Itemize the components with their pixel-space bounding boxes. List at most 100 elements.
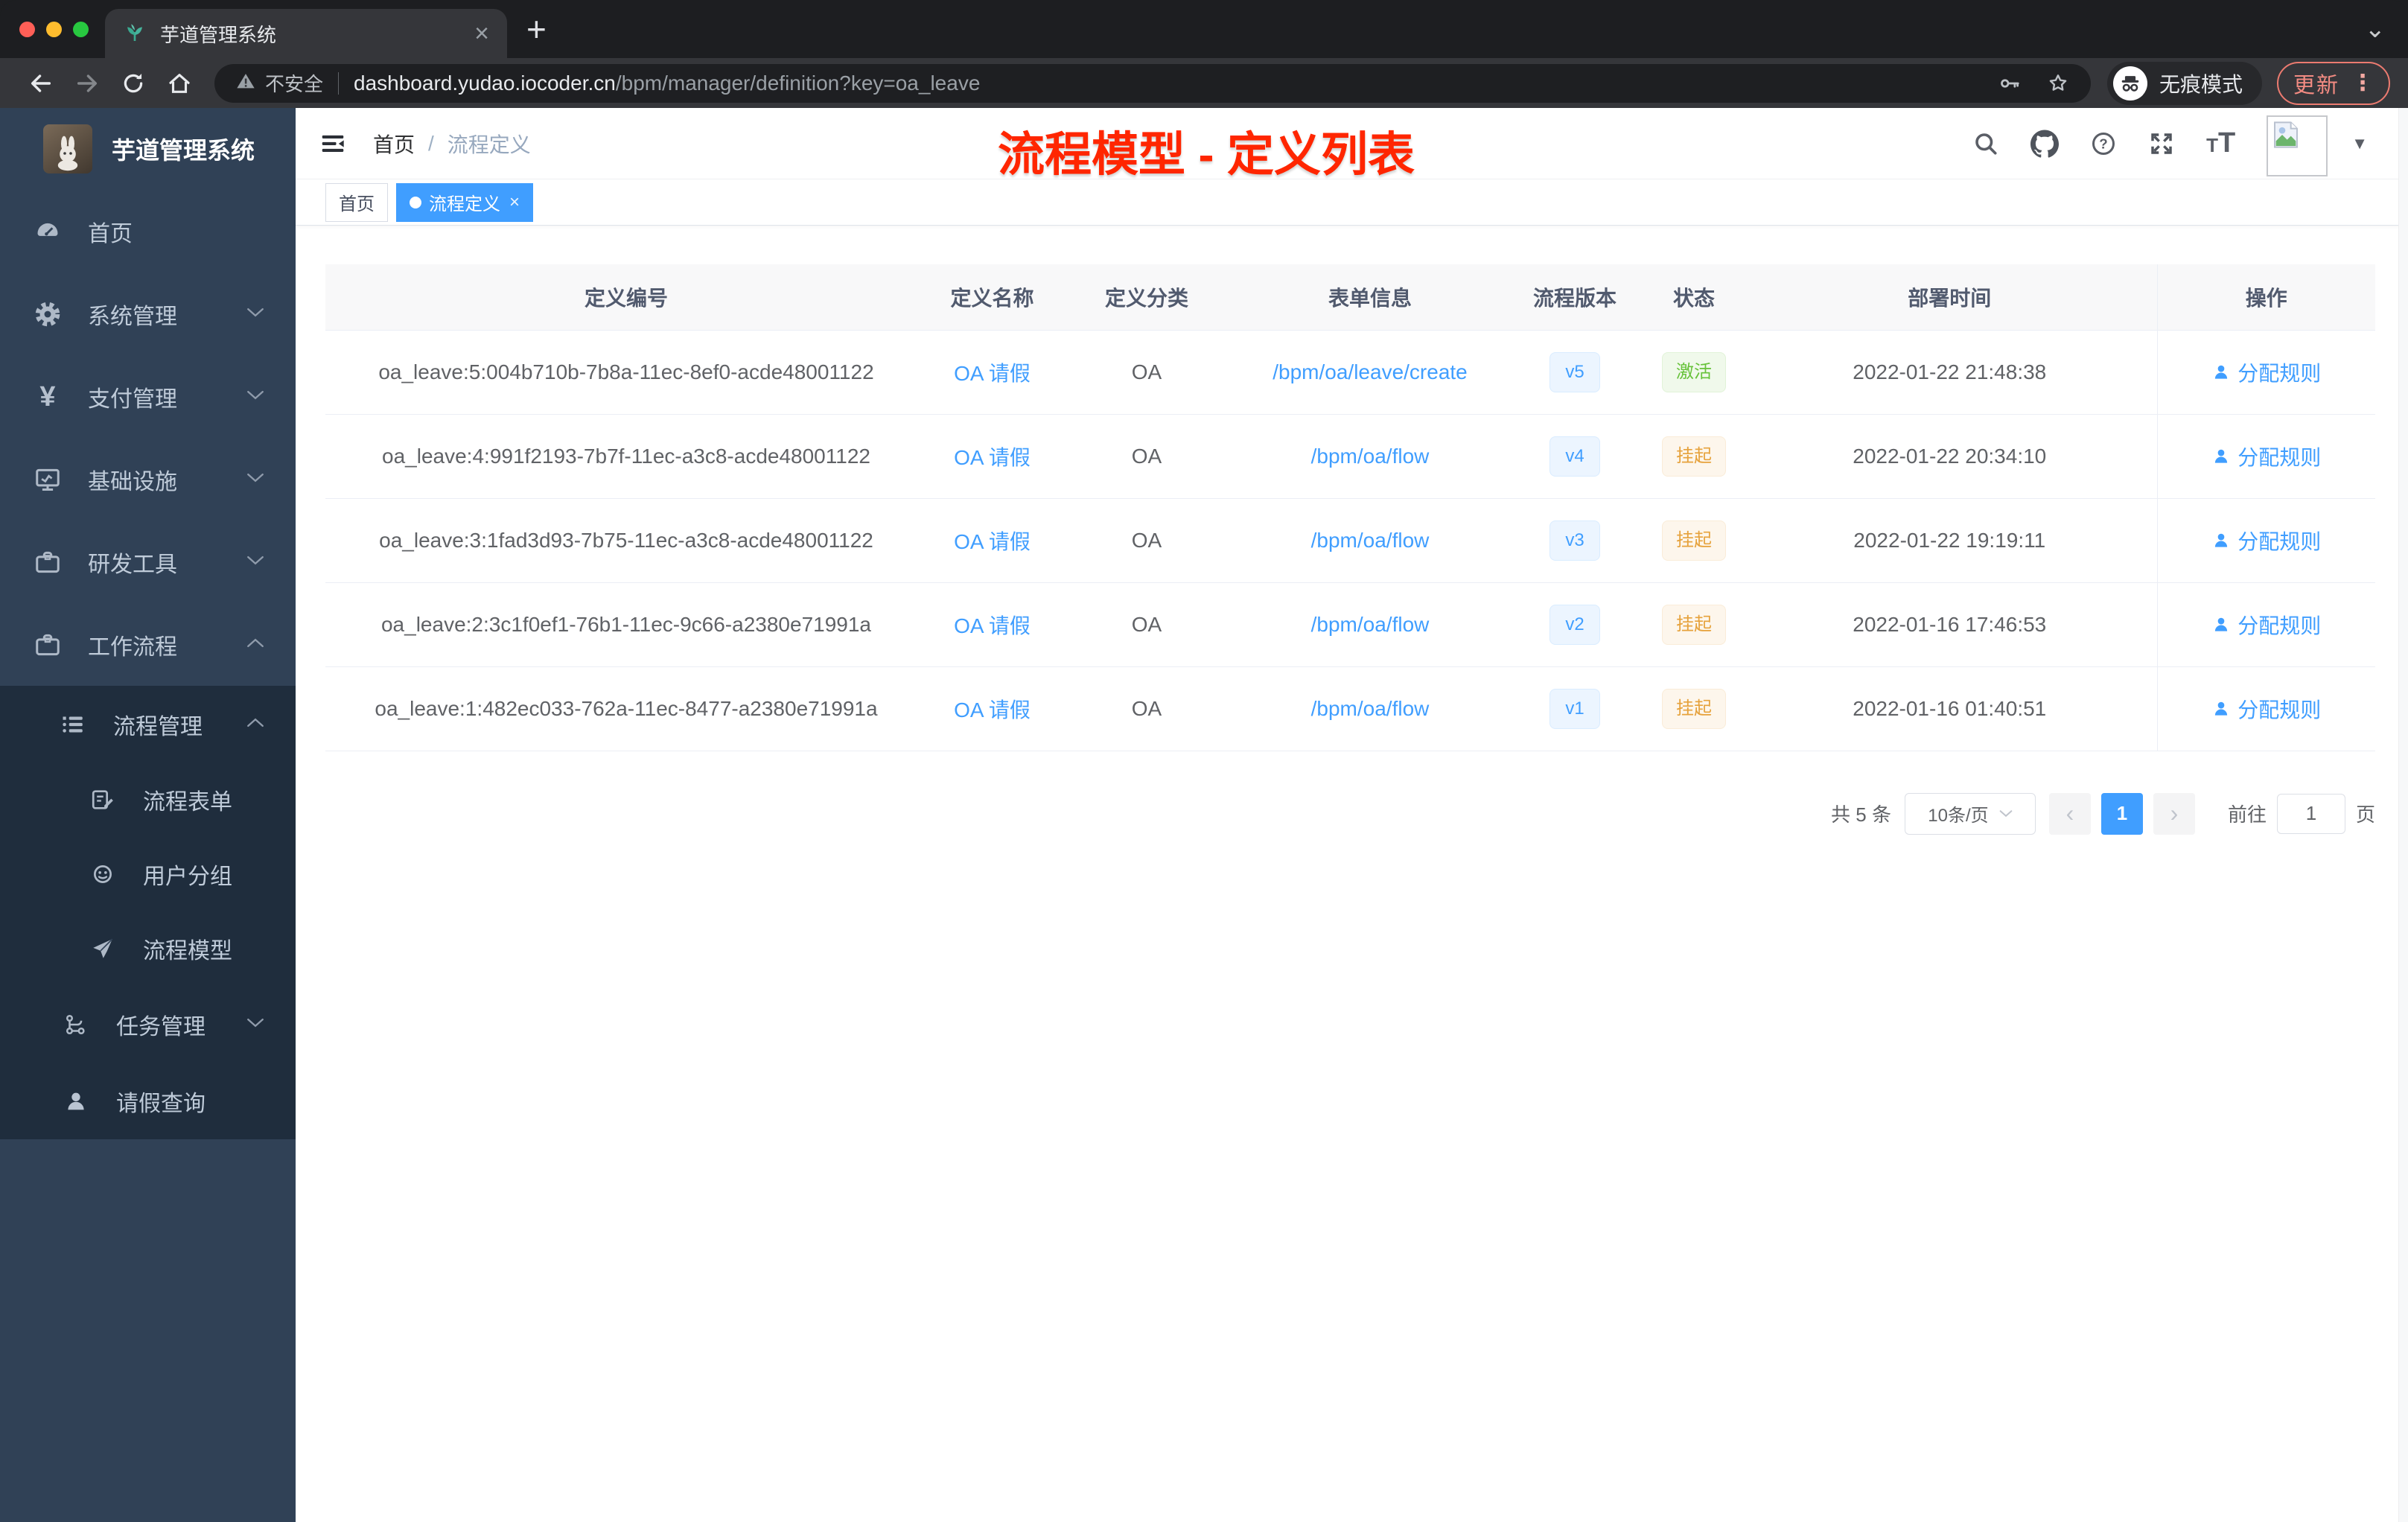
- fullscreen-icon[interactable]: [2148, 130, 2175, 157]
- sidebar-item-home[interactable]: 首页: [0, 190, 296, 273]
- forward-button[interactable]: [74, 71, 100, 96]
- key-icon[interactable]: [1998, 72, 2021, 95]
- form-link[interactable]: /bpm/oa/flow: [1311, 445, 1430, 468]
- breadcrumb-home[interactable]: 首页: [373, 129, 415, 159]
- cell-deploy-time: 2022-01-16 17:46:53: [1742, 582, 2157, 667]
- assign-rule-link[interactable]: 分配规则: [2211, 442, 2321, 471]
- scrollbar[interactable]: [2398, 108, 2408, 1522]
- chevron-down-icon: [246, 555, 264, 569]
- user-icon: [2215, 365, 2228, 379]
- definition-name-link[interactable]: OA 请假: [954, 446, 1031, 469]
- kebab-menu-icon[interactable]: ⋮: [2351, 70, 2374, 96]
- active-dot: [410, 196, 421, 208]
- tab-search-icon[interactable]: ⌄: [2365, 14, 2386, 44]
- browser-tab[interactable]: 芋道管理系统 ×: [105, 9, 507, 58]
- tag-process-definition[interactable]: 流程定义 ×: [396, 182, 534, 222]
- form-link[interactable]: /bpm/oa/leave/create: [1273, 360, 1468, 383]
- home-button[interactable]: [167, 71, 192, 96]
- sidebar-item-task-management[interactable]: 任务管理: [0, 986, 296, 1063]
- warning-triangle-icon: [235, 71, 256, 95]
- robot-face-icon: [88, 862, 118, 887]
- cell-definition-id: oa_leave:3:1fad3d93-7b75-11ec-a3c8-acde4…: [325, 498, 927, 583]
- window-zoom-button[interactable]: [73, 21, 89, 37]
- reload-button[interactable]: [121, 71, 146, 96]
- assign-rule-link[interactable]: 分配规则: [2211, 610, 2321, 640]
- table-row: oa_leave:2:3c1f0ef1-76b1-11ec-9c66-a2380…: [325, 582, 2375, 667]
- caret-down-icon[interactable]: ▼: [2351, 134, 2368, 153]
- page-size-select[interactable]: 10条/页: [1904, 792, 2036, 835]
- page-1-button[interactable]: 1: [2100, 792, 2143, 835]
- prev-page-button[interactable]: ‹: [2048, 792, 2091, 835]
- sidebar-item-user-group[interactable]: 用户分组: [0, 837, 296, 911]
- breadcrumb-separator: /: [428, 131, 434, 155]
- sidebar-item-devtools[interactable]: 研发工具: [0, 520, 296, 603]
- sidebar-item-workflow[interactable]: 工作流程: [0, 603, 296, 686]
- security-label[interactable]: 不安全: [265, 69, 323, 97]
- briefcase-icon: [33, 631, 63, 659]
- version-badge: v4: [1549, 436, 1600, 477]
- sidebar-logo[interactable]: 芋道管理系统: [0, 108, 296, 190]
- plant-favicon-icon: [123, 20, 147, 48]
- pagination-total: 共 5 条: [1831, 803, 1891, 826]
- table-row: oa_leave:1:482ec033-762a-11ec-8477-a2380…: [325, 666, 2375, 751]
- incognito-label: 无痕模式: [2159, 72, 2243, 96]
- sidebar-item-process-management[interactable]: 流程管理: [0, 686, 296, 762]
- sidebar-item-label: 任务管理: [116, 1014, 206, 1039]
- sidebar-fold-icon[interactable]: [318, 130, 348, 157]
- help-icon[interactable]: ?: [2090, 130, 2117, 157]
- tag-home[interactable]: 首页: [325, 182, 388, 222]
- definition-name-link[interactable]: OA 请假: [954, 614, 1031, 637]
- tags-view: 首页 流程定义 ×: [296, 179, 2408, 226]
- sidebar-item-infrastructure[interactable]: 基础设施: [0, 438, 296, 520]
- window-minimize-button[interactable]: [46, 21, 62, 37]
- sidebar: 芋道管理系统 首页 系统管理 ¥ 支付管理 基础设施 研发工具 工作流程 流程管…: [0, 108, 296, 1522]
- user-avatar[interactable]: [2267, 115, 2328, 176]
- definition-name-link[interactable]: OA 请假: [954, 698, 1031, 722]
- main-area: 流程模型 - 定义列表 首页 / 流程定义 ? TT ▼ 首页 流程定义 × 定…: [296, 108, 2408, 1522]
- cell-category: OA: [1057, 498, 1236, 583]
- form-link[interactable]: /bpm/oa/flow: [1311, 697, 1430, 720]
- assign-rule-link[interactable]: 分配规则: [2211, 357, 2321, 387]
- bookmark-star-icon[interactable]: [2046, 71, 2070, 95]
- update-button[interactable]: 更新 ⋮: [2276, 61, 2390, 105]
- assign-rule-link[interactable]: 分配规则: [2211, 694, 2321, 724]
- definition-name-link[interactable]: OA 请假: [954, 530, 1031, 553]
- sidebar-item-label: 工作流程: [88, 634, 177, 660]
- column-header: 操作: [2156, 264, 2375, 331]
- column-header: 定义编号: [325, 264, 927, 331]
- sidebar-item-label: 用户分组: [143, 865, 232, 889]
- sidebar-item-payment[interactable]: ¥ 支付管理: [0, 355, 296, 438]
- tab-close-icon[interactable]: ×: [474, 21, 489, 46]
- assign-rule-link[interactable]: 分配规则: [2211, 526, 2321, 555]
- column-header: 流程版本: [1504, 264, 1646, 331]
- goto-page-input[interactable]: [2276, 793, 2345, 834]
- user-icon: [61, 1089, 91, 1114]
- github-icon[interactable]: [2030, 129, 2060, 158]
- tag-close-icon[interactable]: ×: [509, 192, 520, 213]
- status-badge: 挂起: [1662, 436, 1726, 477]
- yen-icon: ¥: [39, 380, 56, 413]
- definition-name-link[interactable]: OA 请假: [954, 362, 1031, 385]
- cell-category: OA: [1057, 330, 1236, 415]
- sidebar-item-process-model[interactable]: 流程模型: [0, 911, 296, 986]
- url-host: dashboard.yudao.iocoder.cn: [354, 71, 616, 95]
- user-icon: [2215, 449, 2228, 463]
- chevron-down-icon: [1999, 810, 2013, 818]
- cell-category: OA: [1057, 582, 1236, 667]
- sidebar-item-leave-query[interactable]: 请假查询: [0, 1063, 296, 1139]
- sidebar-item-process-form[interactable]: 流程表单: [0, 762, 296, 837]
- search-icon[interactable]: [1972, 130, 1999, 157]
- form-link[interactable]: /bpm/oa/flow: [1311, 613, 1430, 636]
- new-tab-button[interactable]: +: [526, 12, 547, 46]
- address-bar[interactable]: 不安全 dashboard.yudao.iocoder.cn/bpm/manag…: [214, 63, 2091, 103]
- status-badge: 挂起: [1662, 688, 1726, 729]
- monitor-icon: [33, 465, 63, 494]
- browser-toolbar: 不安全 dashboard.yudao.iocoder.cn/bpm/manag…: [0, 58, 2408, 108]
- form-link[interactable]: /bpm/oa/flow: [1311, 529, 1430, 552]
- back-button[interactable]: [28, 71, 54, 96]
- column-header: 表单信息: [1236, 264, 1504, 331]
- font-size-icon[interactable]: TT: [2206, 127, 2235, 159]
- next-page-button[interactable]: ›: [2153, 792, 2195, 835]
- sidebar-item-system[interactable]: 系统管理: [0, 273, 296, 355]
- window-close-button[interactable]: [19, 21, 35, 37]
